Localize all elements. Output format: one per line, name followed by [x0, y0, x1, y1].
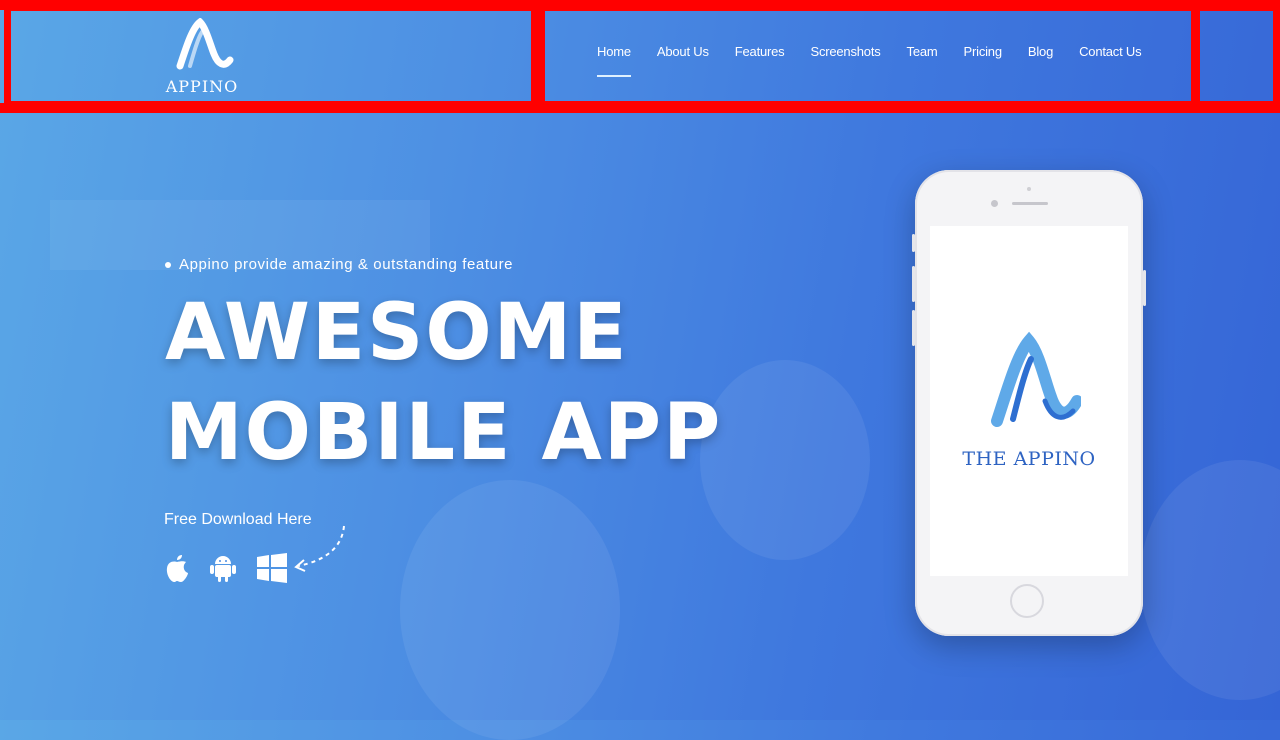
phone-home-button [1010, 584, 1044, 618]
main-nav: Home About Us Features Screenshots Team … [597, 44, 1167, 77]
appino-screen-logo-icon [991, 331, 1081, 427]
nav-screenshots[interactable]: Screenshots [810, 44, 880, 59]
nav-contact-us[interactable]: Contact Us [1079, 44, 1142, 59]
nav-home[interactable]: Home [597, 44, 631, 77]
apple-icon[interactable] [164, 553, 190, 583]
nav-team[interactable]: Team [907, 44, 938, 59]
hero-tagline: Appino provide amazing & outstanding fea… [165, 256, 513, 273]
hero-headline: AWESOME MOBILE APP [165, 283, 722, 483]
phone-side-button [912, 266, 915, 302]
appino-logo-icon [176, 17, 234, 70]
tagline-text: Appino provide amazing & outstanding fea… [179, 256, 514, 273]
highlight-box-right [1193, 4, 1280, 108]
phone-camera [991, 200, 998, 207]
logo-text: APPINO [165, 77, 239, 96]
phone-side-button [1143, 270, 1146, 306]
phone-side-button [912, 310, 915, 346]
store-icons [164, 553, 307, 583]
nav-features[interactable]: Features [735, 44, 785, 59]
headline-line-1: AWESOME [165, 288, 629, 378]
highlight-box-logo [4, 4, 538, 108]
bullet-icon [165, 262, 171, 269]
headline-line-2: MOBILE APP [165, 388, 723, 478]
background-shape [400, 480, 620, 740]
screen-title: THE APPINO [962, 448, 1096, 470]
logo[interactable]: APPINO [160, 17, 244, 96]
background-shape [700, 360, 870, 560]
phone-speaker [1012, 202, 1048, 205]
phone-screen: THE APPINO [930, 226, 1128, 576]
windows-icon[interactable] [256, 553, 288, 583]
phone-sensor [1027, 187, 1031, 191]
phone-side-button [912, 234, 915, 252]
phone-mockup: THE APPINO [912, 170, 1146, 636]
android-icon[interactable] [209, 553, 237, 583]
nav-pricing[interactable]: Pricing [964, 44, 1003, 59]
nav-blog[interactable]: Blog [1028, 44, 1053, 59]
nav-about-us[interactable]: About Us [657, 44, 709, 59]
background-shape [1140, 460, 1280, 700]
